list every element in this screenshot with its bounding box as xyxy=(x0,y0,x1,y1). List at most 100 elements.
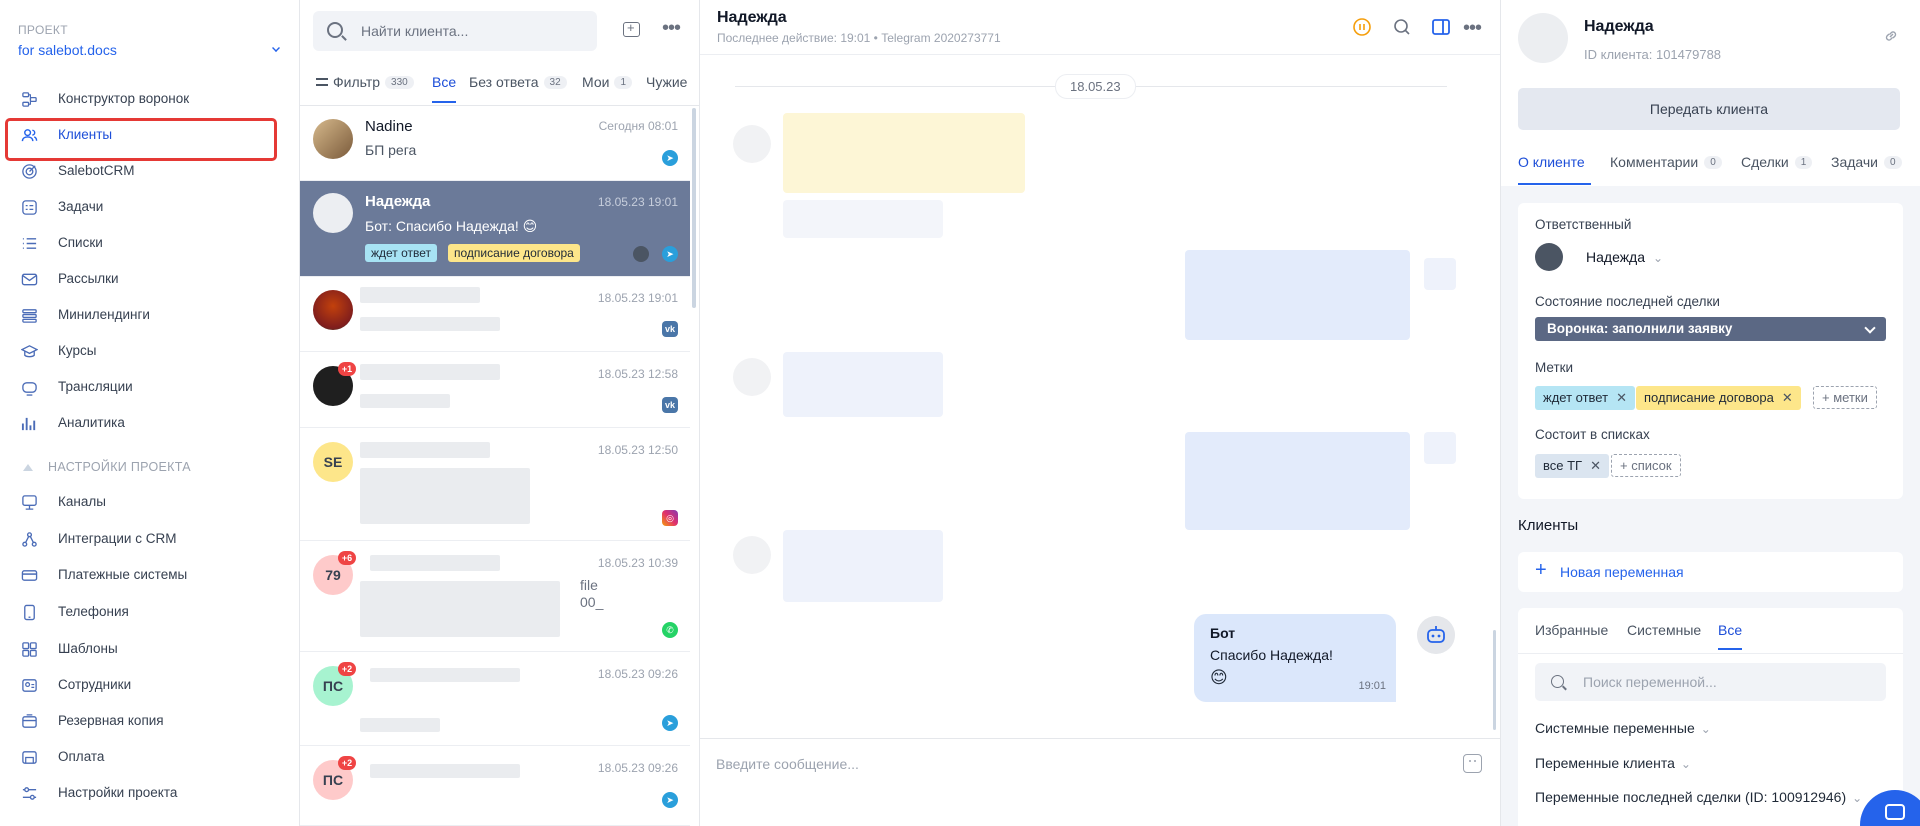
search-icon[interactable] xyxy=(1392,17,1412,37)
chevron-down-icon[interactable] xyxy=(272,44,280,52)
pause-bot-icon[interactable] xyxy=(1352,17,1372,37)
sidebar-item-backup[interactable]: Резервная копия xyxy=(0,703,300,739)
panel-toggle-icon[interactable] xyxy=(1431,17,1451,37)
hidden-name xyxy=(360,364,500,380)
client-variables-group[interactable]: Переменные клиента xyxy=(1535,755,1691,771)
avatar xyxy=(1518,13,1568,63)
sidebar-item-label: Сотрудники xyxy=(58,677,132,692)
sidebar-item-tasks[interactable]: Задачи xyxy=(0,189,300,225)
bot-message-time: 19:01 xyxy=(1358,680,1386,692)
tab-filter[interactable]: Фильтр 330 xyxy=(316,74,414,90)
remove-tag-icon[interactable]: ✕ xyxy=(1782,390,1793,405)
sidebar-item-landings[interactable]: Минилендинги xyxy=(0,297,300,333)
deal-variables-group[interactable]: Переменные последней сделки (ID: 1009129… xyxy=(1535,789,1862,805)
client-row[interactable]: ПС +2 18.05.23 09:26 ➤ xyxy=(300,746,690,826)
remove-list-icon[interactable]: ✕ xyxy=(1590,458,1601,473)
client-row-selected[interactable]: Надежда Бот: Спасибо Надежда! 😊 18.05.23… xyxy=(300,181,690,277)
tab-favorites[interactable]: Избранные xyxy=(1535,622,1608,638)
sidebar-item-label: Резервная копия xyxy=(58,713,164,728)
unread-badge: +1 xyxy=(338,362,356,376)
client-row[interactable]: ПС +2 18.05.23 09:26 ➤ xyxy=(300,652,690,746)
responsible-label: Ответственный xyxy=(1535,217,1632,232)
sidebar-item-clients[interactable]: Клиенты xyxy=(0,117,300,153)
sidebar-item-funnel-builder[interactable]: Конструктор воронок xyxy=(0,81,300,117)
sidebar-item-templates[interactable]: Шаблоны xyxy=(0,631,300,667)
more-options-icon[interactable]: ••• xyxy=(662,18,681,38)
tab-system[interactable]: Системные xyxy=(1627,622,1701,638)
plus-icon: + xyxy=(1535,559,1547,581)
sidebar-item-billing[interactable]: Оплата xyxy=(0,739,300,775)
new-chat-icon[interactable] xyxy=(623,20,640,37)
sidebar-item-channels[interactable]: Каналы xyxy=(0,484,300,520)
hidden-message xyxy=(360,581,560,637)
sidebar-item-payment[interactable]: Платежные системы xyxy=(0,557,300,593)
sidebar-item-broadcasts[interactable]: Трансляции xyxy=(0,369,300,405)
sidebar-item-label: Телефония xyxy=(58,604,129,619)
add-list-button[interactable]: + список xyxy=(1611,454,1681,477)
client-search-input[interactable] xyxy=(361,21,581,41)
bot-sender: Бот xyxy=(1210,625,1236,641)
sidebar-item-staff[interactable]: Сотрудники xyxy=(0,667,300,703)
add-tag-button[interactable]: + метки xyxy=(1813,386,1877,409)
bot-avatar-icon xyxy=(1417,616,1455,654)
sidebar-item-telephony[interactable]: Телефония xyxy=(0,594,300,630)
vk-icon: vk xyxy=(662,321,678,337)
tasks-icon xyxy=(22,200,37,215)
tab-tasks[interactable]: Задачи 0 xyxy=(1831,154,1902,170)
deal-stage-select[interactable]: Воронка: заполнили заявку xyxy=(1535,317,1886,341)
new-variable-button[interactable]: + Новая переменная xyxy=(1518,552,1903,592)
client-row[interactable]: +1 18.05.23 12:58 vk xyxy=(300,352,690,428)
responsible-selector[interactable]: Надежда xyxy=(1586,249,1663,265)
more-options-icon[interactable]: ••• xyxy=(1463,18,1482,38)
new-variable-label: Новая переменная xyxy=(1560,564,1684,580)
sidebar-item-analytics[interactable]: Аналитика xyxy=(0,405,300,441)
tab-deals[interactable]: Сделки 1 xyxy=(1741,154,1813,170)
project-selector[interactable]: for salebot.docs xyxy=(18,42,117,58)
tab-about-client[interactable]: О клиенте xyxy=(1518,154,1591,185)
link-icon[interactable] xyxy=(1883,28,1899,44)
client-row[interactable]: Nadine БП рега Сегодня 08:01 ➤ xyxy=(300,107,690,181)
client-search[interactable] xyxy=(313,11,597,51)
chat-scrollbar[interactable] xyxy=(1493,630,1496,730)
client-row[interactable]: 79 +6 file 00_ 18.05.23 10:39 ✆ xyxy=(300,541,690,652)
tab-all-variables[interactable]: Все xyxy=(1718,622,1743,650)
sidebar-item-mailing[interactable]: Рассылки xyxy=(0,261,300,297)
users-icon xyxy=(21,129,38,142)
sidebar-item-project-settings[interactable]: Настройки проекта xyxy=(0,775,300,811)
settings-section-header[interactable]: НАСТРОЙКИ ПРОЕКТА xyxy=(20,460,191,474)
settings-icon xyxy=(22,787,37,800)
tab-others[interactable]: Чужие xyxy=(646,74,687,90)
transfer-client-button[interactable]: Передать клиента xyxy=(1518,88,1900,130)
bot-message-emoji: 😊 xyxy=(1210,668,1228,687)
emoji-icon[interactable] xyxy=(1463,754,1482,773)
sidebar-item-courses[interactable]: Курсы xyxy=(0,333,300,369)
sidebar-item-integrations[interactable]: Интеграции с CRM xyxy=(0,521,300,557)
list-scrollbar[interactable] xyxy=(692,108,696,308)
sidebar-item-lists[interactable]: Списки xyxy=(0,225,300,261)
system-variables-group[interactable]: Системные переменные xyxy=(1535,720,1711,736)
client-row[interactable]: SE 18.05.23 12:50 ◎ xyxy=(300,428,690,541)
integrations-icon xyxy=(22,532,37,547)
avatar: SE xyxy=(313,442,353,482)
tab-mine[interactable]: Мои 1 xyxy=(582,74,632,90)
client-row[interactable]: 18.05.23 19:01 vk xyxy=(300,277,690,352)
tab-no-reply[interactable]: Без ответа 32 xyxy=(469,74,567,90)
sidebar-item-label: Платежные системы xyxy=(58,567,188,582)
divider xyxy=(700,54,1500,55)
tab-comments[interactable]: Комментарии 0 xyxy=(1610,154,1722,170)
sidebar-item-salebotcrm[interactable]: SalebotCRM xyxy=(0,153,300,189)
remove-tag-icon[interactable]: ✕ xyxy=(1616,390,1627,405)
message-time: 18.05.23 19:01 xyxy=(597,291,678,305)
hidden-name xyxy=(370,764,520,778)
whatsapp-icon: ✆ xyxy=(662,622,678,638)
telegram-icon: ➤ xyxy=(662,715,678,731)
variable-search[interactable] xyxy=(1535,663,1886,701)
courses-icon xyxy=(21,345,38,358)
message-input[interactable] xyxy=(716,752,1416,776)
redacted-message xyxy=(1185,250,1410,340)
sidebar-item-label: Трансляции xyxy=(58,379,133,394)
tab-all[interactable]: Все xyxy=(432,74,457,103)
funnel-builder-icon xyxy=(22,92,37,107)
variable-search-input[interactable] xyxy=(1583,673,1863,691)
hidden-message xyxy=(360,468,530,524)
